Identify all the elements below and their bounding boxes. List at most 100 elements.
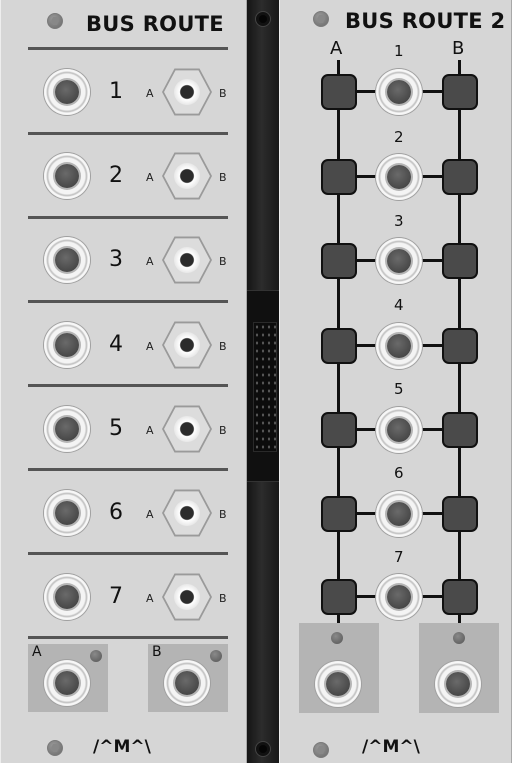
- row-number: 3: [109, 247, 123, 272]
- row-number: 2: [109, 163, 123, 188]
- route-b-button-1[interactable]: [442, 74, 478, 110]
- divider: [28, 216, 228, 219]
- route-b-label: B: [219, 87, 227, 100]
- route-a-button-2[interactable]: [321, 159, 357, 195]
- output-b-box: B: [148, 644, 228, 712]
- route-a-button-6[interactable]: [321, 496, 357, 532]
- output-b-label: B: [152, 644, 162, 660]
- divider: [28, 552, 228, 555]
- divider: [28, 468, 228, 471]
- route-a-label: A: [146, 255, 154, 268]
- output-a-box: A: [28, 644, 108, 712]
- output-b-jack[interactable]: [164, 660, 210, 706]
- route-b-button-5[interactable]: [442, 412, 478, 448]
- input-jack-3[interactable]: [44, 237, 90, 283]
- brand-logo: /^M^\: [362, 737, 420, 757]
- column-a-label: A: [330, 38, 343, 59]
- input-jack-1[interactable]: [376, 69, 422, 115]
- row-number: 7: [109, 584, 123, 609]
- row-number: 5: [109, 416, 123, 441]
- screw-icon: [47, 740, 63, 756]
- row-number: 3: [394, 212, 404, 230]
- brand-logo: /^M^\: [93, 737, 151, 757]
- input-jack-2[interactable]: [376, 154, 422, 200]
- route-a-label: A: [146, 424, 154, 437]
- rack-rail: [247, 0, 279, 763]
- divider: [28, 300, 228, 303]
- row-number: 4: [109, 332, 123, 357]
- input-jack-7[interactable]: [44, 574, 90, 620]
- route-switch-3[interactable]: [162, 236, 212, 284]
- row-number: 6: [109, 500, 123, 525]
- screw-icon: [47, 13, 63, 29]
- output-a-led: [331, 632, 343, 644]
- output-a-jack[interactable]: [44, 660, 90, 706]
- row-number: 7: [394, 548, 404, 566]
- route-a-label: A: [146, 592, 154, 605]
- route-b-button-3[interactable]: [442, 243, 478, 279]
- input-jack-3[interactable]: [376, 238, 422, 284]
- output-b-box: [419, 623, 499, 713]
- route-a-button-4[interactable]: [321, 328, 357, 364]
- screw-icon: [313, 742, 329, 758]
- divider: [28, 636, 228, 639]
- output-b-led: [453, 632, 465, 644]
- rail-hole: [255, 741, 271, 757]
- route-switch-5[interactable]: [162, 405, 212, 453]
- output-a-label: A: [32, 644, 42, 660]
- divider: [28, 47, 228, 50]
- row-number: 6: [394, 464, 404, 482]
- divider: [28, 384, 228, 387]
- module-title: BUS ROUTE: [86, 12, 224, 36]
- route-b-button-2[interactable]: [442, 159, 478, 195]
- route-switch-7[interactable]: [162, 573, 212, 621]
- divider: [28, 132, 228, 135]
- route-b-button-6[interactable]: [442, 496, 478, 532]
- output-b-jack[interactable]: [435, 661, 481, 707]
- route-a-button-5[interactable]: [321, 412, 357, 448]
- route-b-button-4[interactable]: [442, 328, 478, 364]
- route-b-label: B: [219, 508, 227, 521]
- route-a-button-1[interactable]: [321, 74, 357, 110]
- input-jack-1[interactable]: [44, 69, 90, 115]
- bus-route-panel: BUS ROUTE 1 A B 2 A B 3 A B 4 A B 5 A B …: [0, 0, 247, 763]
- screw-icon: [313, 11, 329, 27]
- output-b-led: [210, 650, 222, 662]
- route-switch-1[interactable]: [162, 68, 212, 116]
- route-b-button-7[interactable]: [442, 579, 478, 615]
- column-b-label: B: [452, 38, 465, 59]
- row-number: 1: [109, 79, 123, 104]
- input-jack-4[interactable]: [376, 323, 422, 369]
- input-jack-6[interactable]: [44, 490, 90, 536]
- bus-route-2-panel: BUS ROUTE 2 A 1 B 2 3 4 5 6 7 /^M^\: [279, 0, 512, 763]
- route-switch-2[interactable]: [162, 152, 212, 200]
- route-b-label: B: [219, 171, 227, 184]
- route-switch-6[interactable]: [162, 489, 212, 537]
- route-b-label: B: [219, 592, 227, 605]
- row-number: 2: [394, 128, 404, 146]
- route-a-label: A: [146, 171, 154, 184]
- column-1-label: 1: [394, 42, 404, 60]
- route-b-label: B: [219, 255, 227, 268]
- input-jack-6[interactable]: [376, 491, 422, 537]
- route-a-label: A: [146, 340, 154, 353]
- row-number: 4: [394, 296, 404, 314]
- route-b-label: B: [219, 340, 227, 353]
- input-jack-2[interactable]: [44, 153, 90, 199]
- row-number: 5: [394, 380, 404, 398]
- output-a-jack[interactable]: [315, 661, 361, 707]
- input-jack-5[interactable]: [44, 406, 90, 452]
- input-jack-5[interactable]: [376, 407, 422, 453]
- output-a-led: [90, 650, 102, 662]
- input-jack-7[interactable]: [376, 574, 422, 620]
- route-a-button-3[interactable]: [321, 243, 357, 279]
- route-switch-4[interactable]: [162, 321, 212, 369]
- output-a-box: [299, 623, 379, 713]
- route-a-button-7[interactable]: [321, 579, 357, 615]
- route-a-label: A: [146, 508, 154, 521]
- rail-hole: [255, 11, 271, 27]
- input-jack-4[interactable]: [44, 322, 90, 368]
- route-a-label: A: [146, 87, 154, 100]
- route-b-label: B: [219, 424, 227, 437]
- rail-connector: [253, 322, 277, 452]
